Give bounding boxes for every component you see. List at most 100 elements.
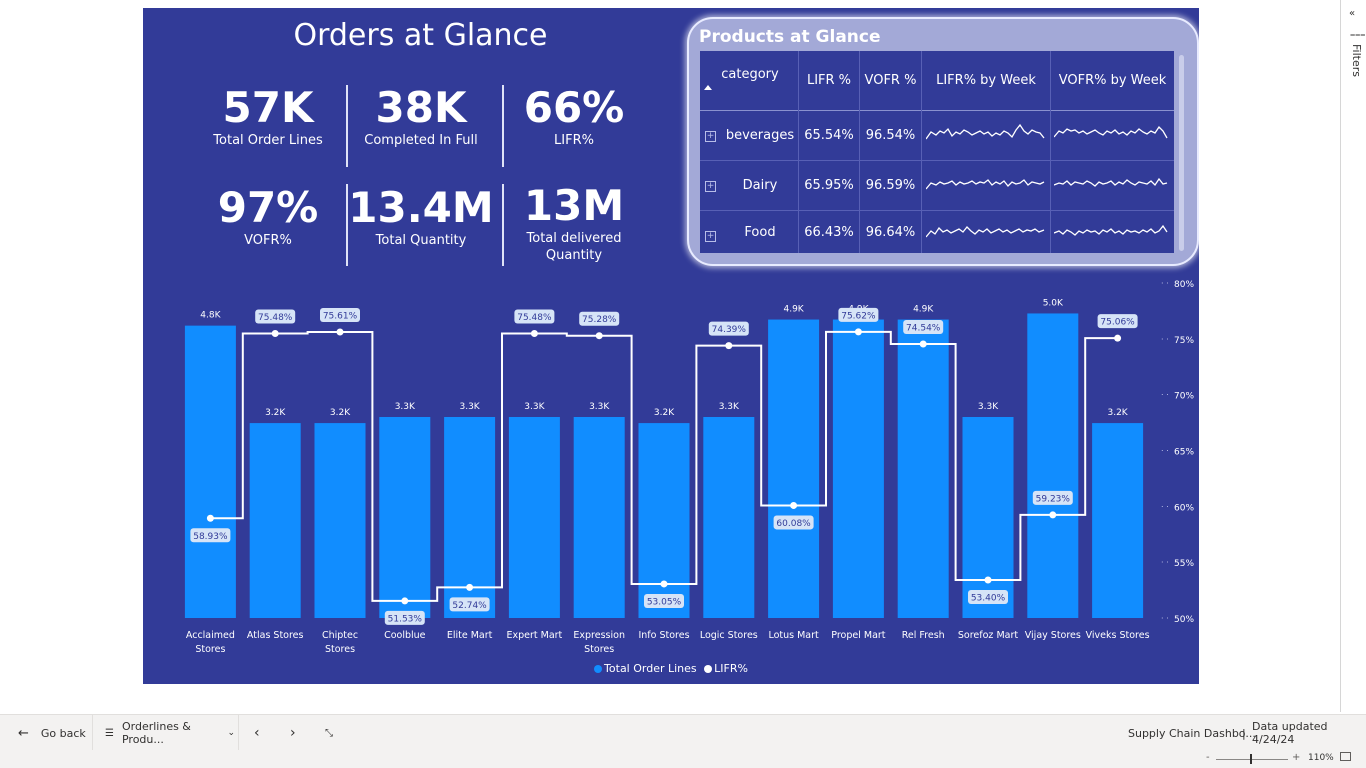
lifr-data-label: 75.06% [1100, 318, 1135, 328]
bottom-navigation-bar: ← Go back ☰ Orderlines & Produ... ⌄ ‹ › … [0, 714, 1366, 751]
bar-total-order-lines [1027, 313, 1079, 618]
products-at-glance-card: Products at Glance category LIFR % VOFR … [687, 17, 1199, 266]
page-selector[interactable]: ☰ Orderlines & Produ... ⌄ [105, 715, 235, 751]
kpi-completed-in-full[interactable]: 38K Completed In Full [346, 84, 496, 149]
kpi-label: VOFR% [244, 233, 292, 248]
zoom-slider-track[interactable] [1216, 759, 1288, 760]
column-header-lifr[interactable]: LIFR % [799, 51, 859, 110]
x-axis-tick-label-line1: Expert Mart [506, 630, 562, 641]
kpi-label: Total delivered [526, 231, 622, 246]
filters-label: Filters [1350, 44, 1363, 77]
plus-box-icon[interactable]: + [705, 231, 716, 242]
right-axis-tick-label: 55% [1174, 559, 1194, 569]
bar-data-label: 3.3K [719, 402, 740, 412]
bar-data-label: 3.2K [330, 408, 351, 418]
lifr-data-label: 60.08% [776, 519, 811, 529]
report-canvas: Orders at Glance 57K Total Order Lines 3… [143, 8, 1199, 684]
lifr-data-label: 53.05% [647, 597, 682, 607]
kpi-value: 38K [375, 83, 467, 132]
kpi-lifr[interactable]: 66% LIFR% [499, 84, 649, 149]
column-header-vofr-by-week[interactable]: VOFR% by Week [1051, 51, 1174, 110]
report-name[interactable]: Supply Chain Dashbo... [1128, 715, 1256, 751]
previous-page-button[interactable]: ‹ [254, 715, 260, 751]
bar-data-label: 4.8K [200, 311, 221, 321]
bar-total-order-lines [703, 417, 755, 618]
kpi-value: 13M [523, 181, 625, 230]
page-selector-label: Orderlines & Produ... [121, 720, 191, 746]
zoom-in-button[interactable]: + [1292, 752, 1300, 763]
kpi-total-delivered-quantity[interactable]: 13M Total delivered Quantity [499, 182, 649, 264]
kpi-value: 66% [523, 83, 625, 132]
fit-screen-icon[interactable] [1340, 752, 1351, 761]
column-divider [1050, 51, 1051, 253]
bar-total-order-lines [314, 423, 366, 618]
x-axis-tick-label-line2: Stores [195, 644, 225, 653]
x-axis-tick-label-line1: Lotus Mart [768, 630, 819, 641]
lifr-point [790, 501, 798, 509]
kpi-label-line2: Quantity [545, 248, 603, 263]
column-divider [921, 51, 922, 253]
table-scrollbar[interactable] [1179, 55, 1184, 251]
bar-data-label: 5.0K [1043, 298, 1064, 308]
x-axis-tick-label-line1: Expression [573, 630, 625, 641]
lifr-data-label: 74.54% [906, 323, 941, 333]
bar-data-label: 3.2K [265, 408, 286, 418]
right-axis-tick-label: 65% [1174, 448, 1194, 458]
lifr-point [1049, 511, 1057, 519]
sort-ascending-icon [704, 85, 712, 90]
collapse-arrows-icon: ⤡ [325, 727, 333, 739]
column-header-label: category [721, 67, 779, 82]
kpi-total-order-lines[interactable]: 57K Total Order Lines [193, 84, 343, 149]
bar-total-order-lines [379, 417, 431, 618]
x-axis-tick-label-line1: Acclaimed [186, 630, 235, 641]
status-bar: - + 110% [0, 750, 1366, 768]
lifr-data-label: 75.61% [323, 312, 358, 322]
x-axis-tick-label-line1: Sorefoz Mart [958, 630, 1018, 641]
cell-vofr: 96.64% [865, 224, 916, 240]
fit-to-page-button[interactable]: ⤡ [325, 715, 333, 751]
sparkline-vofr-by-week [1054, 125, 1168, 139]
bar-data-label: 3.3K [524, 402, 545, 412]
bar-total-order-lines [573, 417, 625, 618]
column-header-lifr-by-week[interactable]: LIFR% by Week [922, 51, 1050, 110]
lifr-point [336, 328, 344, 336]
zoom-out-button[interactable]: - [1206, 752, 1210, 763]
right-axis-tick-label: 80% [1174, 280, 1194, 290]
column-header-vofr[interactable]: VOFR % [860, 51, 921, 110]
legend-item-total-order-lines[interactable]: Total Order Lines [594, 662, 697, 675]
legend-item-lifr[interactable]: LIFR% [704, 662, 748, 675]
report-title: Orders at Glance [293, 18, 548, 53]
data-updated-text: Data updated 4/24/24 [1252, 720, 1328, 746]
bar-data-label: 3.3K [589, 402, 610, 412]
zoom-slider-thumb[interactable] [1250, 754, 1252, 764]
kpi-label: LIFR% [554, 133, 594, 148]
kpi-label: Total Order Lines [213, 133, 323, 148]
go-back-button[interactable]: ← Go back [18, 715, 93, 751]
plus-box-icon[interactable]: + [705, 131, 716, 142]
plus-box-icon[interactable]: + [705, 181, 716, 192]
cell-category: Dairy [742, 178, 778, 193]
kpi-vofr[interactable]: 97% VOFR% [193, 184, 343, 249]
x-axis-tick-label-line2: Stores [584, 644, 614, 653]
filters-pane[interactable]: « ⩶ Filters [1340, 0, 1366, 712]
x-axis-tick-label-line1: Chiptec [322, 630, 358, 641]
x-axis-tick-label-line1: Elite Mart [447, 630, 493, 641]
lifr-data-label: 75.48% [258, 313, 293, 323]
lifr-data-label: 53.40% [971, 594, 1006, 604]
next-page-button[interactable]: › [290, 715, 296, 751]
collapse-chevron-icon[interactable]: « [1349, 8, 1355, 19]
kpi-total-quantity[interactable]: 13.4M Total Quantity [346, 184, 496, 249]
cell-lifr: 66.43% [804, 224, 854, 240]
column-header-category[interactable]: category [700, 51, 798, 110]
kpi-label: Completed In Full [364, 133, 478, 148]
sparkline-lifr-by-week [926, 179, 1045, 190]
lifr-data-label: 75.28% [582, 315, 617, 325]
x-axis-tick-label-line1: Info Stores [638, 630, 689, 641]
bar-data-label: 3.3K [459, 402, 480, 412]
sparkline-lifr-by-week [926, 226, 1045, 238]
right-axis-tick-label: 50% [1174, 615, 1194, 625]
cell-category: Food [744, 224, 776, 240]
lifr-point [725, 342, 733, 350]
divider [92, 715, 93, 751]
x-axis-tick-label-line1: Propel Mart [831, 630, 886, 641]
